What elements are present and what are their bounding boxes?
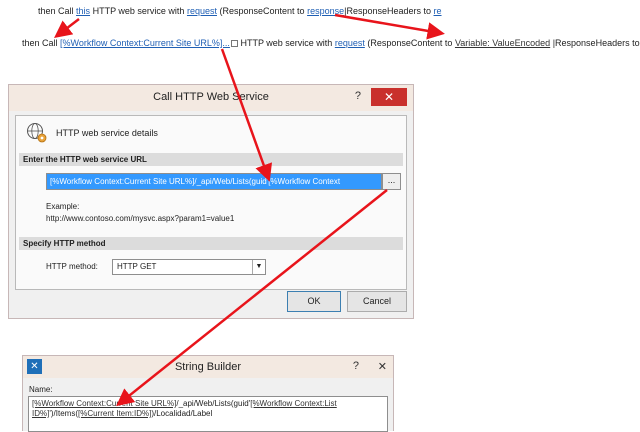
dialog-titlebar[interactable]: Call HTTP Web Service ? ✕ <box>9 85 413 111</box>
close-button[interactable]: ✕ <box>371 88 407 106</box>
url-input-value: [%Workflow Context:Current Site URL%]/_a… <box>47 174 381 189</box>
workflow-action-line-2: then Call [%Workflow Context:Current Sit… <box>22 38 640 48</box>
text-segment: ')/Items( <box>49 409 78 418</box>
details-panel: HTTP web service details Enter the HTTP … <box>15 115 407 290</box>
arrow-this-to-url <box>54 18 80 39</box>
close-button[interactable]: ✕ <box>378 360 387 373</box>
globe-gear-icon <box>26 122 48 146</box>
details-heading: HTTP web service details <box>56 128 158 138</box>
token-current-item-id[interactable]: [%Current Item:ID%] <box>78 409 151 418</box>
this-link[interactable]: this <box>76 6 90 16</box>
help-button[interactable]: ? <box>355 90 361 102</box>
method-label: HTTP method: <box>46 262 98 271</box>
url-section-header: Enter the HTTP web service URL <box>19 153 403 166</box>
token-site-url[interactable]: [%Workflow Context:Current Site URL%] <box>32 399 176 408</box>
cancel-button[interactable]: Cancel <box>347 291 407 312</box>
variable-link[interactable]: Variable: ValueEncoded <box>455 38 550 48</box>
string-builder-titlebar[interactable]: ✕ String Builder ? ✕ <box>23 356 393 378</box>
dialog-title: Call HTTP Web Service <box>153 91 269 103</box>
selection-handle <box>230 40 238 48</box>
ok-button[interactable]: OK <box>287 291 341 312</box>
string-builder-button[interactable]: ... <box>382 173 401 190</box>
http-method-select[interactable]: HTTP GET ▼ <box>112 259 266 275</box>
url-input[interactable]: [%Workflow Context:Current Site URL%]/_a… <box>46 173 382 190</box>
workflow-action-line-1: then Call this HTTP web service with req… <box>38 6 442 16</box>
service-text: HTTP web service with <box>240 38 333 48</box>
headers-link[interactable]: re <box>434 6 442 16</box>
arrow-response-to-variable <box>334 13 445 40</box>
string-builder-title: String Builder <box>174 361 242 373</box>
string-builder-textarea[interactable]: [%Workflow Context:Current Site URL%]/_a… <box>28 396 388 432</box>
example-label: Example: <box>46 202 80 211</box>
token-list-id-end[interactable]: ID%] <box>32 409 49 418</box>
string-builder-dialog: ✕ String Builder ? ✕ Name: [%Workflow Co… <box>22 355 394 432</box>
token-list-id[interactable]: [%Workflow Context:List <box>250 399 337 408</box>
then-call-text: then Call <box>22 38 58 48</box>
text-segment: /_api/Web/Lists(guid' <box>176 399 251 408</box>
chevron-down-icon[interactable]: ▼ <box>252 260 265 274</box>
name-label: Name: <box>29 385 53 394</box>
help-button[interactable]: ? <box>353 360 359 372</box>
http-method-value: HTTP GET <box>117 262 157 271</box>
service-text: HTTP web service with <box>92 6 185 16</box>
response-headers-text: |ResponseHeaders to <box>552 38 640 48</box>
request-link[interactable]: request <box>335 38 365 48</box>
response-content-text: (ResponseContent to <box>219 6 305 16</box>
response-headers-text: |ResponseHeaders to <box>344 6 431 16</box>
then-call-text: then Call <box>38 6 74 16</box>
call-http-web-service-dialog: Call HTTP Web Service ? ✕ HTTP web servi… <box>8 84 414 319</box>
example-url: http://www.contoso.com/mysvc.aspx?param1… <box>46 214 235 223</box>
request-link[interactable]: request <box>187 6 217 16</box>
text-segment: )/Localidad/Label <box>151 409 213 418</box>
response-link[interactable]: response <box>307 6 344 16</box>
url-link[interactable]: [%Workflow Context:Current Site URL%]... <box>60 38 230 48</box>
method-section-header: Specify HTTP method <box>19 237 403 250</box>
response-content-text: (ResponseContent to <box>367 38 453 48</box>
